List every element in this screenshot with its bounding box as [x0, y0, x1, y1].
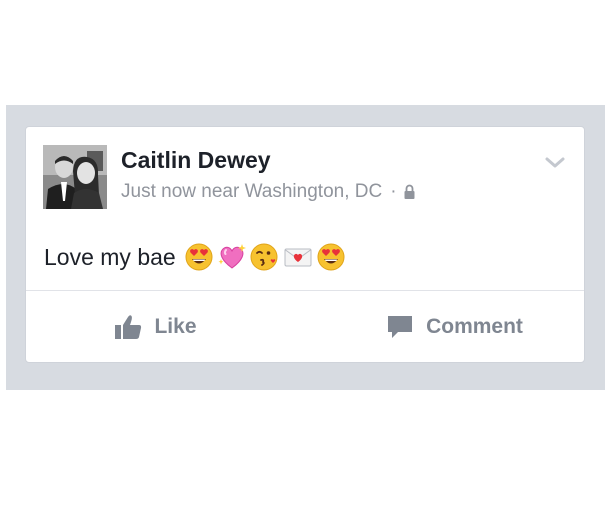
kissing-face-emoji-icon: [250, 243, 278, 271]
post-body: Love my bae: [44, 239, 349, 275]
post-text: Love my bae: [44, 243, 176, 270]
sparkling-heart-emoji-icon: [218, 244, 246, 269]
avatar-photo-icon: [43, 145, 107, 209]
heart-eyes-emoji-icon-2: [317, 243, 345, 271]
thumbs-up-icon: [115, 315, 142, 339]
love-letter-emoji-icon: [284, 248, 312, 267]
avatar[interactable]: [43, 145, 107, 209]
like-button[interactable]: Like: [26, 291, 295, 363]
post-timestamp[interactable]: Just now: [121, 181, 196, 203]
post-meta: Just now near Washington, DC ·: [121, 181, 416, 203]
comment-label: Comment: [426, 315, 523, 338]
author-name[interactable]: Caitlin Dewey: [121, 147, 271, 174]
comment-icon: [388, 316, 413, 338]
action-bar: Like Comment: [26, 291, 584, 363]
comment-button[interactable]: Comment: [295, 291, 584, 363]
heart-eyes-emoji-icon: [185, 243, 213, 271]
like-label: Like: [154, 315, 197, 338]
meta-separator: ·: [390, 181, 397, 202]
post-location[interactable]: near Washington, DC: [201, 181, 382, 203]
post-card: Caitlin Dewey Just now near Washington, …: [25, 126, 585, 363]
chevron-down-icon[interactable]: [544, 155, 566, 171]
lock-icon[interactable]: [403, 184, 416, 200]
